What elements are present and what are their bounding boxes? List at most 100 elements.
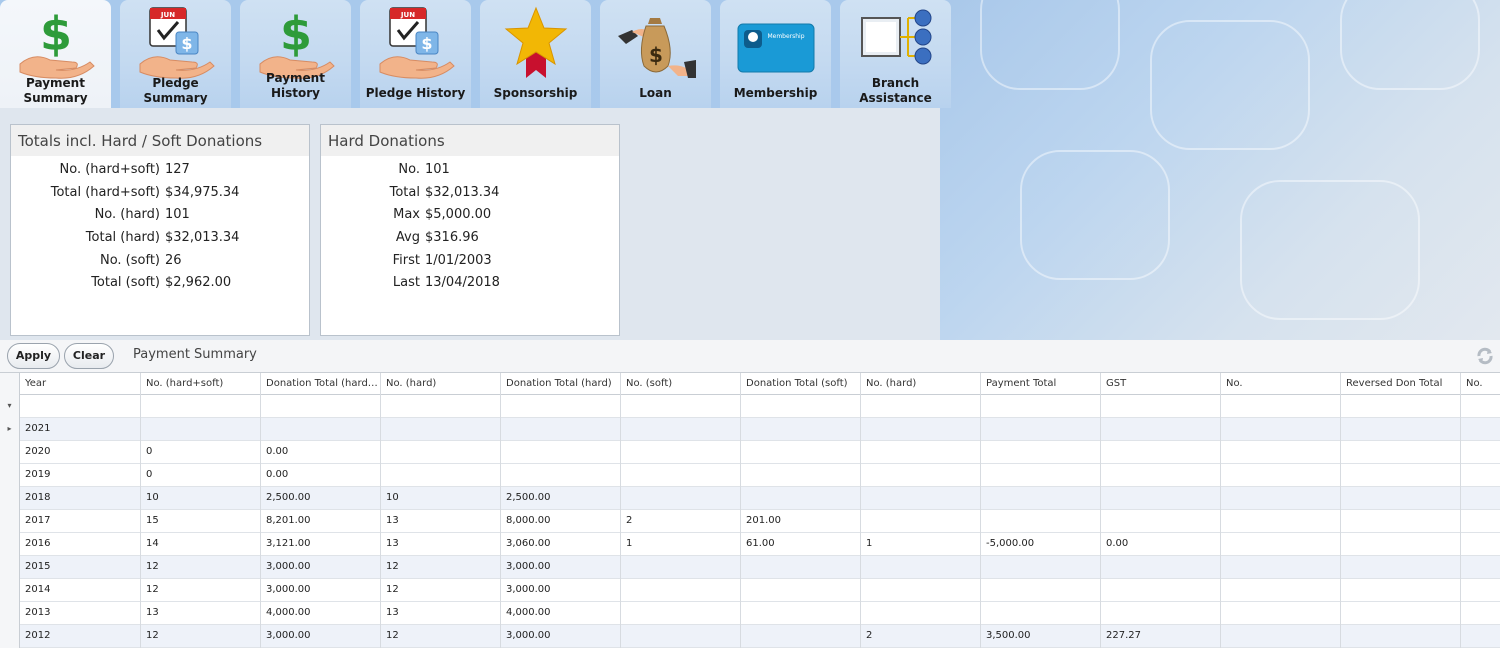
table-row[interactable]: 2013 13 4,000.00 13 4,000.00 [0, 602, 1500, 625]
tab-pledge-summary[interactable]: JUN $ Pledge Summary [120, 0, 231, 108]
table-cell: 3,000.00 [501, 625, 621, 648]
row-indicator[interactable] [0, 533, 20, 556]
row-indicator-header[interactable] [0, 373, 20, 396]
table-cell [621, 418, 741, 441]
row-indicator[interactable] [0, 487, 20, 510]
row-indicator[interactable] [0, 464, 20, 487]
table-cell [861, 510, 981, 533]
stat-row: Total (hard+soft) $34,975.34 [11, 185, 311, 205]
grid-toolbar: Apply Clear Payment Summary [0, 340, 1500, 372]
filter-cell[interactable] [501, 395, 621, 418]
table-cell: 2021 [20, 418, 141, 441]
table-cell: 8,000.00 [501, 510, 621, 533]
column-header[interactable]: Donation Total (soft) [741, 373, 861, 396]
grid-title: Payment Summary [133, 347, 257, 362]
filter-row: ▾ [0, 395, 1500, 418]
membership-card-text: Membership [767, 33, 804, 40]
pledge-summary-icon: JUN $ [139, 7, 215, 79]
filter-cell[interactable] [1341, 395, 1461, 418]
branch-assistance-icon [860, 9, 931, 65]
column-header[interactable]: No. (hard+soft) [141, 373, 261, 396]
table-cell: 4,000.00 [501, 602, 621, 625]
row-indicator[interactable] [0, 556, 20, 579]
table-cell [1101, 602, 1221, 625]
table-cell: 227.27 [1101, 625, 1221, 648]
filter-icon[interactable]: ▾ [0, 395, 20, 418]
table-cell: 8,201.00 [261, 510, 381, 533]
apply-button[interactable]: Apply [7, 343, 60, 369]
filter-cell[interactable] [1101, 395, 1221, 418]
table-cell [1461, 487, 1500, 510]
table-row[interactable]: 2015 12 3,000.00 12 3,000.00 [0, 556, 1500, 579]
table-row[interactable]: 2017 15 8,201.00 13 8,000.00 2 201.00 [0, 510, 1500, 533]
table-cell: 2016 [20, 533, 141, 556]
membership-card-icon: Membership [737, 23, 814, 73]
tab-membership[interactable]: Membership Membership [720, 0, 831, 108]
refresh-icon[interactable] [1476, 347, 1494, 365]
row-indicator[interactable] [0, 625, 20, 648]
tab-loan[interactable]: $ Loan [600, 0, 711, 108]
filter-cell[interactable] [981, 395, 1101, 418]
filter-cell[interactable] [381, 395, 501, 418]
table-cell [981, 464, 1101, 487]
stat-label: No. (soft) [99, 253, 160, 268]
stat-value: $316.96 [425, 230, 479, 245]
column-header[interactable]: Donation Total (hard… [261, 373, 381, 396]
filter-cell[interactable] [261, 395, 381, 418]
stat-row: No. (soft) 26 [11, 253, 311, 273]
table-cell [861, 579, 981, 602]
column-header[interactable]: Reversed Don Total [1341, 373, 1461, 396]
payment-summary-icon: $ [19, 7, 95, 79]
tab-pledge-history[interactable]: JUN $ Pledge History [360, 0, 471, 108]
filter-cell[interactable] [1461, 395, 1500, 418]
row-indicator[interactable] [0, 602, 20, 625]
table-row[interactable]: 2014 12 3,000.00 12 3,000.00 [0, 579, 1500, 602]
filter-cell[interactable] [141, 395, 261, 418]
table-cell: 3,000.00 [261, 556, 381, 579]
tab-label: Sponsorship [493, 86, 578, 100]
table-cell [621, 464, 741, 487]
row-indicator[interactable] [0, 510, 20, 533]
table-row[interactable]: ▸ 2021 [0, 418, 1500, 441]
tab-payment-summary[interactable]: $ Payment Summary [0, 0, 111, 108]
clear-button[interactable]: Clear [64, 343, 114, 369]
table-cell: 15 [141, 510, 261, 533]
column-header[interactable]: Donation Total (hard) [501, 373, 621, 396]
table-row[interactable]: 2016 14 3,121.00 13 3,060.00 1 61.00 1 -5,000.00… [0, 533, 1500, 556]
tab-branch-assistance[interactable]: Branch Assistance [840, 0, 951, 108]
column-header[interactable]: Payment Total [981, 373, 1101, 396]
column-header[interactable]: No. [1461, 373, 1500, 396]
table-cell [741, 464, 861, 487]
column-header[interactable]: No. (hard) [381, 373, 501, 396]
column-header[interactable]: No. (soft) [621, 373, 741, 396]
filter-cell[interactable] [1221, 395, 1341, 418]
column-header[interactable]: No. (hard) [861, 373, 981, 396]
row-indicator[interactable] [0, 579, 20, 602]
column-header[interactable]: GST [1101, 373, 1221, 396]
table-cell [501, 418, 621, 441]
stat-label: First [392, 253, 420, 268]
table-cell [1461, 556, 1500, 579]
table-cell [1341, 556, 1461, 579]
table-cell: 12 [141, 625, 261, 648]
expand-icon[interactable]: ▸ [0, 418, 20, 441]
tab-sponsorship[interactable]: Sponsorship [480, 0, 591, 108]
tab-payment-history[interactable]: $ Payment History [240, 0, 351, 108]
column-header[interactable]: Year [20, 373, 141, 396]
filter-cell[interactable] [621, 395, 741, 418]
table-cell [861, 487, 981, 510]
column-header[interactable]: No. [1221, 373, 1341, 396]
table-cell [1221, 533, 1341, 556]
row-indicator[interactable] [0, 441, 20, 464]
table-row[interactable]: 2012 12 3,000.00 12 3,000.00 2 3,500.00 227.27 [0, 625, 1500, 648]
table-row[interactable]: 2018 10 2,500.00 10 2,500.00 [0, 487, 1500, 510]
table-row[interactable]: 2019 0 0.00 [0, 464, 1500, 487]
table-cell: 0 [141, 441, 261, 464]
table-cell: 0.00 [1101, 533, 1221, 556]
stat-label: Last [392, 275, 420, 290]
filter-cell[interactable] [861, 395, 981, 418]
table-cell [1341, 579, 1461, 602]
filter-cell[interactable] [20, 395, 141, 418]
filter-cell[interactable] [741, 395, 861, 418]
table-row[interactable]: 2020 0 0.00 [0, 441, 1500, 464]
